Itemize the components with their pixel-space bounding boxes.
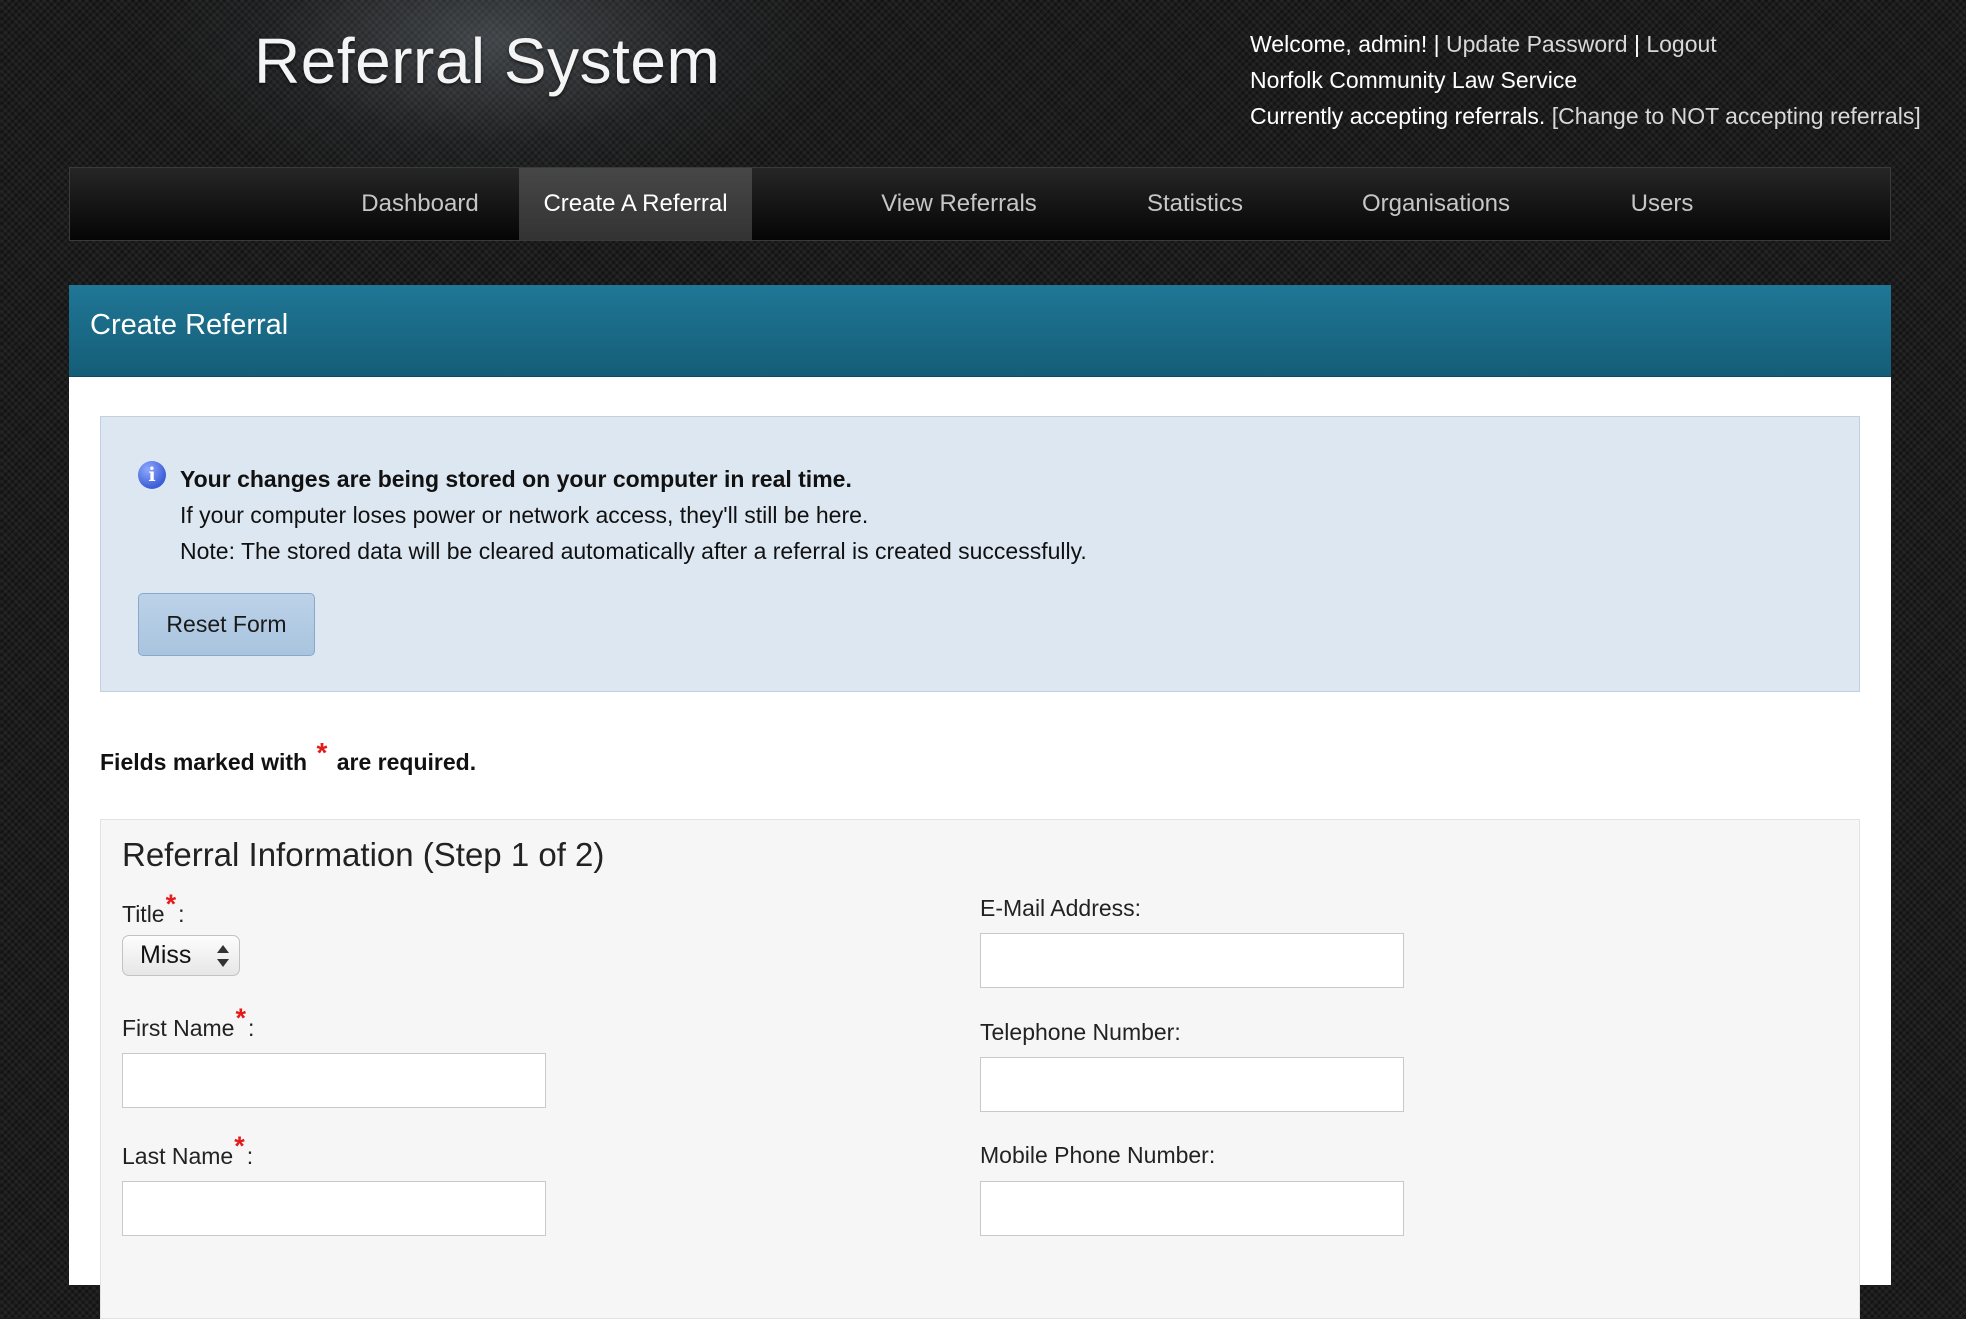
first-name-label-text: First Name (122, 1015, 235, 1041)
toggle-accepting-link[interactable]: [Change to NOT accepting referrals] (1552, 103, 1921, 129)
required-fields-note: Fields marked with * are required. (100, 737, 477, 777)
title-select[interactable]: Miss (122, 935, 240, 976)
required-note-after: are required. (336, 749, 477, 775)
title-select-value: Miss (140, 941, 192, 969)
referral-info-section: Referral Information (Step 1 of 2) Title… (100, 819, 1860, 1319)
required-note-before: Fields marked with (100, 749, 308, 775)
organisation-name: Norfolk Community Law Service (1250, 67, 1578, 93)
info-line-power: If your computer loses power or network … (180, 502, 869, 528)
info-headline: Your changes are being stored on your co… (180, 466, 852, 492)
site-title: Referral System (254, 25, 721, 97)
logout-link[interactable]: Logout (1646, 31, 1716, 57)
accepting-status-text: Currently accepting referrals. (1250, 103, 1546, 129)
telephone-label: Telephone Number: (980, 1019, 1181, 1045)
title-label-text: Title (122, 901, 165, 927)
section-title: Referral Information (Step 1 of 2) (122, 836, 605, 873)
update-password-link[interactable]: Update Password (1446, 31, 1628, 57)
info-text: Your changes are being stored on your co… (180, 461, 1087, 569)
reset-form-button[interactable]: Reset Form (138, 593, 315, 656)
nav-create-referral[interactable]: Create A Referral (519, 168, 752, 240)
mobile-label: Mobile Phone Number: (980, 1142, 1216, 1168)
label-colon: : (247, 1015, 255, 1041)
nav-organisations[interactable]: Organisations (1311, 168, 1561, 240)
nav-users[interactable]: Users (1572, 168, 1752, 240)
main-nav: Dashboard Create A Referral View Referra… (69, 167, 1891, 241)
info-line-note: Note: The stored data will be cleared au… (180, 538, 1087, 564)
mobile-input[interactable] (980, 1181, 1404, 1236)
label-colon: : (178, 901, 185, 927)
title-label: Title*: (122, 889, 185, 929)
label-colon: : (246, 1143, 254, 1169)
first-name-label: First Name*: (122, 1003, 255, 1043)
nav-dashboard[interactable]: Dashboard (293, 168, 547, 240)
email-input[interactable] (980, 933, 1404, 988)
required-star: * (235, 1003, 246, 1033)
first-name-input[interactable] (122, 1053, 546, 1108)
separator: | (1633, 31, 1640, 57)
nav-statistics[interactable]: Statistics (1085, 168, 1305, 240)
info-icon: i (138, 461, 166, 489)
last-name-label-text: Last Name (122, 1143, 234, 1169)
required-star: * (316, 737, 328, 768)
nav-view-referrals[interactable]: View Referrals (834, 168, 1084, 240)
select-arrows-icon (217, 944, 229, 968)
main-panel: Create Referral i Your changes are being… (69, 285, 1891, 1319)
user-links-row: Welcome, admin! | Update Password | Logo… (1250, 26, 1921, 62)
user-panel: Welcome, admin! | Update Password | Logo… (1250, 26, 1921, 134)
accepting-status-row: Currently accepting referrals. [Change t… (1250, 98, 1921, 134)
required-star: * (165, 889, 177, 919)
separator: | (1433, 31, 1440, 57)
welcome-text: Welcome, admin! (1250, 31, 1428, 57)
panel-title: Create Referral (69, 285, 1891, 377)
autosave-info-box: i Your changes are being stored on your … (100, 416, 1860, 692)
last-name-label: Last Name*: (122, 1131, 254, 1171)
required-star: * (234, 1131, 245, 1161)
telephone-input[interactable] (980, 1057, 1404, 1112)
last-name-input[interactable] (122, 1181, 546, 1236)
email-label: E-Mail Address: (980, 895, 1142, 921)
